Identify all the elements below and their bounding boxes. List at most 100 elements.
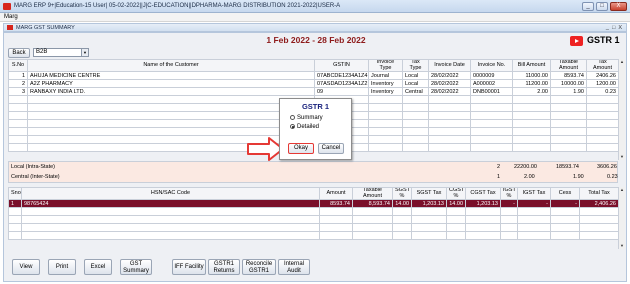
- summary-label: Central (Inter-State): [11, 174, 60, 180]
- summary-row-central: Central (Inter-State) 1 2.00 1.90 0.23: [9, 173, 619, 182]
- table-row[interactable]: 1 AHUJA MEDICINE CENTRE 07ABCDE1234A1Z4 …: [8, 71, 619, 80]
- reconcile-gstr1-button[interactable]: Reconcile GSTR1: [242, 259, 276, 275]
- summary-radio-label: Summary: [297, 115, 323, 121]
- cell-sno: 1: [8, 71, 28, 80]
- summary-bill: 2.00: [524, 174, 535, 180]
- gstr1-returns-button[interactable]: GSTR1 Returns: [208, 259, 240, 275]
- summary-count: 2: [497, 164, 501, 170]
- cell-bill-amount: 11000.00: [512, 71, 551, 80]
- inner-maximize-button[interactable]: □: [612, 25, 615, 31]
- title-bar: MARG ERP 9+|Education-15 User| 05-02-202…: [0, 0, 630, 13]
- menu-bar: Marg: [0, 13, 630, 22]
- empty-row: [8, 207, 619, 216]
- cell-sno: 1: [8, 199, 22, 208]
- summary-area: Local (Intra-State) 2 22200.00 18593.74 …: [8, 161, 618, 183]
- radio-checked-icon[interactable]: [290, 124, 295, 129]
- scroll-down-icon[interactable]: ▼: [619, 154, 625, 160]
- summary-label: Local (Intra-State): [11, 164, 56, 170]
- col-cess: Cess: [550, 187, 580, 200]
- print-button[interactable]: Print: [48, 259, 76, 275]
- radio-unchecked-icon[interactable]: [290, 115, 295, 120]
- col-cgst-tax: CGST Tax: [465, 187, 501, 200]
- cell-tax-type: Local: [402, 79, 429, 88]
- gstr1-badge[interactable]: GSTR 1: [570, 35, 620, 47]
- cell-bill-amount: 2.00: [512, 87, 551, 96]
- col-amount: Amount: [319, 187, 353, 200]
- col-bill-amount: Bill Amount: [512, 59, 551, 72]
- hsn-table: Sno HSN/SAC Code Amount Taxable Amount S…: [8, 187, 619, 240]
- table-row[interactable]: 3 RANBAXY INDIA LTD. 09 Inventory Centra…: [8, 87, 619, 96]
- scroll-down-icon[interactable]: ▼: [619, 243, 625, 249]
- inner-window-controls[interactable]: _ □ X: [606, 25, 622, 31]
- col-tax-type: Tax Type: [402, 59, 429, 72]
- youtube-play-icon[interactable]: [570, 36, 583, 46]
- inner-close-button[interactable]: X: [618, 25, 622, 31]
- hsn-table-header: Sno HSN/SAC Code Amount Taxable Amount S…: [8, 187, 619, 200]
- empty-row: [8, 231, 619, 240]
- col-invoice-no: Invoice No.: [470, 59, 513, 72]
- col-hsn: HSN/SAC Code: [21, 187, 320, 200]
- scroll-up-icon[interactable]: ▲: [619, 187, 625, 193]
- cell-amount: 8593.74: [319, 199, 353, 208]
- cell-gstin: 07ASDAD1234A1Z2: [314, 79, 369, 88]
- col-sno: Sno: [8, 187, 22, 200]
- invoice-table-scrollbar[interactable]: ▲ ▼: [618, 59, 625, 160]
- close-button[interactable]: X: [610, 2, 627, 11]
- summary-count: 1: [497, 174, 501, 180]
- minimize-button[interactable]: _: [582, 2, 594, 11]
- cell-bill-amount: 11200.00: [512, 79, 551, 88]
- hsn-table-scrollbar[interactable]: ▲ ▼: [618, 187, 625, 249]
- cell-tax-amount: 2406.26: [586, 71, 619, 80]
- empty-row: [8, 223, 619, 232]
- cell-tax-amount: 1200.00: [586, 79, 619, 88]
- gstr1-dialog: GSTR 1 Summary Detailed Okay Cancel: [279, 98, 352, 160]
- cell-customer: A2Z PHARMACY: [27, 79, 315, 88]
- view-button[interactable]: View: [12, 259, 40, 275]
- col-taxable-amount: Taxable Amount: [352, 187, 393, 200]
- inner-minimize-button[interactable]: _: [606, 25, 609, 31]
- summary-taxable: 1.90: [573, 174, 584, 180]
- cancel-button[interactable]: Cancel: [318, 143, 344, 154]
- summary-tax: 0.23: [607, 174, 618, 180]
- chevron-down-icon[interactable]: ▼: [81, 49, 88, 56]
- module-icon: [7, 25, 13, 30]
- detailed-radio[interactable]: Detailed: [290, 124, 319, 130]
- col-tax-amount: Tax Amount: [586, 59, 619, 72]
- cell-invoice-date: 28/02/2022: [428, 71, 471, 80]
- summary-radio[interactable]: Summary: [290, 115, 323, 121]
- internal-audit-button[interactable]: Internal Audit: [278, 259, 310, 275]
- cell-sno: 3: [8, 87, 28, 96]
- cell-tax-type: Local: [402, 71, 429, 80]
- table-row[interactable]: 1 98765424 8593.74 8,593.74 14.00 1,203.…: [8, 199, 619, 208]
- cell-invoice-no: A000002: [470, 79, 513, 88]
- cell-invoice-date: 28/02/2022: [428, 87, 471, 96]
- cell-cgst-pct: 14.00: [446, 199, 466, 208]
- cell-cgst-tax: 1,203.13: [465, 199, 501, 208]
- return-type-value: B2B: [36, 49, 48, 55]
- col-igst-tax: IGST Tax: [517, 187, 551, 200]
- table-row[interactable]: 2 A2Z PHARMACY 07ASDAD1234A1Z2 Inventory…: [8, 79, 619, 88]
- empty-row: [8, 215, 619, 224]
- menu-item-marg[interactable]: Marg: [4, 14, 18, 20]
- inner-window-title: MARG GST SUMMARY: [16, 25, 75, 31]
- summary-row-local: Local (Intra-State) 2 22200.00 18593.74 …: [9, 163, 619, 172]
- excel-button[interactable]: Excel: [84, 259, 112, 275]
- maximize-button[interactable]: □: [596, 2, 608, 11]
- col-igst-pct: IGST %: [500, 187, 518, 200]
- gst-summary-button[interactable]: GST Summary: [120, 259, 152, 275]
- invoice-table-header: S.No Name of the Customer GSTIN Invoice …: [8, 59, 619, 72]
- okay-button[interactable]: Okay: [288, 143, 314, 154]
- return-type-select[interactable]: B2B ▼: [33, 48, 89, 57]
- scroll-up-icon[interactable]: ▲: [619, 59, 625, 65]
- cell-sgst-pct: 14.00: [392, 199, 412, 208]
- col-gstin: GSTIN: [314, 59, 369, 72]
- summary-bill: 22200.00: [514, 164, 537, 170]
- cell-total-tax: 2,406.26: [579, 199, 619, 208]
- cell-gstin: 07ABCDE1234A1Z4: [314, 71, 369, 80]
- date-range: 1 Feb 2022 - 28 Feb 2022: [266, 35, 366, 45]
- col-total-tax: Total Tax: [579, 187, 619, 200]
- col-invoice-date: Invoice Date: [428, 59, 471, 72]
- iff-facility-button[interactable]: IFF Facility: [172, 259, 206, 275]
- back-button[interactable]: Back: [8, 48, 30, 58]
- cell-tax-type: Central: [402, 87, 429, 96]
